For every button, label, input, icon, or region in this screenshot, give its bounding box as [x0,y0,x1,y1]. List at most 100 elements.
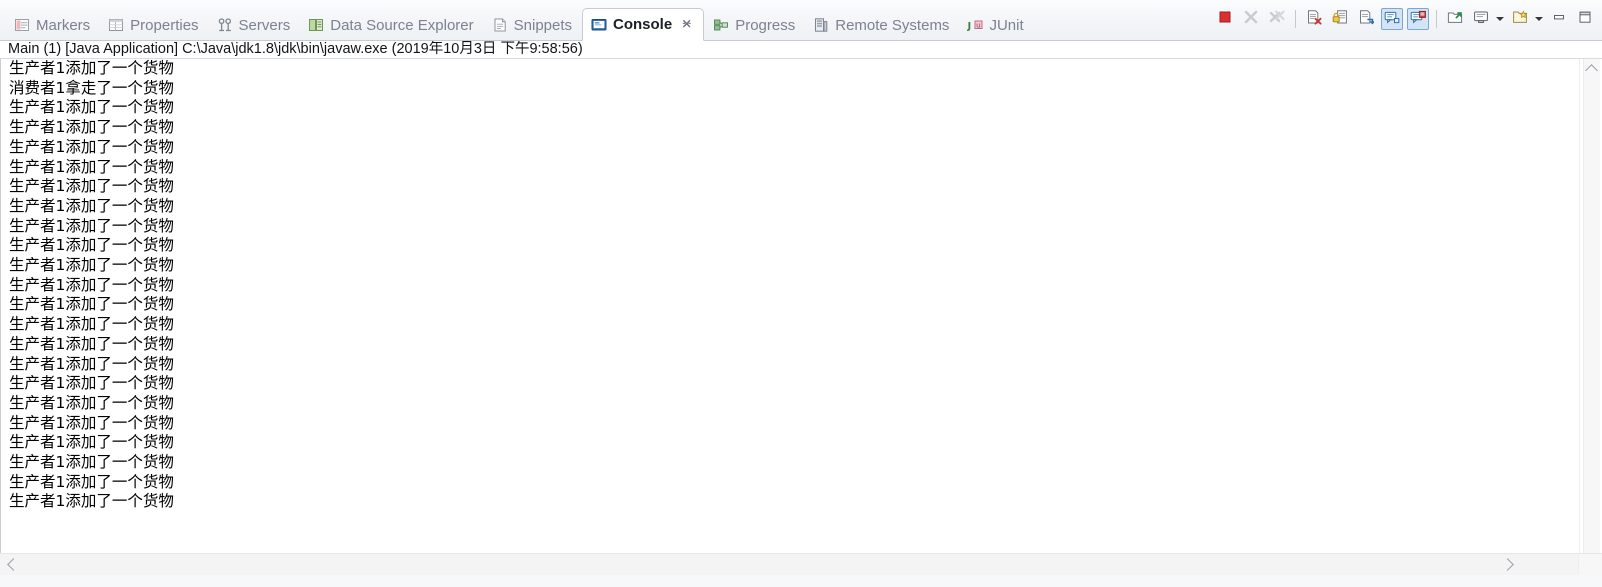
open-console-dropdown[interactable] [1533,9,1544,29]
tab-label: Snippets [513,16,573,34]
console-line: 生产者1添加了一个货物 [9,374,174,393]
tab-snippets[interactable]: Snippets [484,9,581,41]
tab-label: Console [613,16,673,33]
vertical-scrollbar-track[interactable] [1583,59,1600,554]
console-line: 生产者1添加了一个货物 [9,393,174,412]
console-line: 生产者1添加了一个货物 [9,295,174,314]
remote-systems-icon [813,17,829,33]
tab-label: Progress [735,16,796,34]
progress-icon [713,17,729,33]
properties-icon [108,17,124,33]
console-line: 生产者1添加了一个货物 [9,275,174,294]
window-bottom-strip [0,575,1602,587]
console-view: Markers Properties Servers Data Source Expl… [0,0,1602,587]
junit-icon: Ju [967,17,983,33]
console-toolbar [1212,4,1598,34]
snippets-icon [492,17,508,33]
console-line: 生产者1添加了一个货物 [9,453,174,472]
data-source-explorer-icon [308,17,324,33]
scrollbar-corner [1578,554,1602,575]
clear-console-icon [1306,9,1322,30]
console-line: 生产者1添加了一个货物 [9,196,174,215]
minimize-view-button[interactable] [1548,8,1570,30]
toolbar-separator [1436,10,1437,28]
console-line: 生产者1添加了一个货物 [9,59,174,77]
console-line: 生产者1添加了一个货物 [9,334,174,353]
console-line: 生产者1添加了一个货物 [9,236,174,255]
tab-label: Servers [238,16,291,34]
console-line: 生产者1添加了一个货物 [9,354,174,373]
show-console-on-output-button[interactable] [1381,8,1403,30]
console-line: 生产者1添加了一个货物 [9,216,174,235]
word-wrap-button[interactable] [1355,8,1377,30]
tab-markers[interactable]: Markers [6,9,99,41]
console-line: 消费者1拿走了一个货物 [9,78,174,97]
terminate-button[interactable] [1214,8,1236,30]
remove-x-icon [1243,9,1259,30]
console-line: 生产者1添加了一个货物 [9,118,174,137]
console-line: 生产者1添加了一个货物 [9,256,174,275]
markers-icon [14,17,30,33]
tab-label: Properties [130,16,199,34]
clear-console-button[interactable] [1303,8,1325,30]
tab-data-source-explorer[interactable]: Data Source Explorer [300,9,482,41]
pin-console-button[interactable] [1444,8,1466,30]
tab-properties[interactable]: Properties [100,9,207,41]
scroll-lock-icon [1332,9,1348,30]
show-on-stdout-icon [1384,9,1400,30]
minimize-icon [1551,9,1567,30]
display-selected-console-button[interactable] [1470,8,1492,30]
console-line: 生产者1添加了一个货物 [9,177,174,196]
tab-remote-systems[interactable]: Remote Systems [805,9,958,41]
console-line: 生产者1添加了一个货物 [9,492,174,511]
remove-all-x-icon [1269,9,1285,30]
console-line: 生产者1添加了一个货物 [9,98,174,117]
console-line: 生产者1添加了一个货物 [9,413,174,432]
maximize-icon [1577,9,1593,30]
console-line: 生产者1添加了一个货物 [9,472,174,491]
console-output-panel: 生产者1添加了一个货物 消费者1拿走了一个货物 生产者1添加了一个货物 生产者1添加了… [0,58,1602,554]
tab-label: JUnit [989,16,1024,34]
process-header-label: Main (1) [Java Application] C:\Java\jdk1… [0,41,1602,58]
toolbar-separator [1295,10,1296,28]
view-tabs: Markers Properties Servers Data Source Expl… [0,0,1034,41]
maximize-view-button[interactable] [1574,8,1596,30]
word-wrap-icon [1358,9,1375,30]
console-line: 生产者1添加了一个货物 [9,137,174,156]
console-line: 生产者1添加了一个货物 [9,433,174,452]
show-console-on-error-button[interactable] [1407,8,1429,30]
console-icon [591,17,607,33]
svg-text:J: J [967,21,971,32]
open-console-button[interactable] [1509,8,1531,30]
stop-square-icon [1217,9,1233,30]
remove-all-terminated-button[interactable] [1266,8,1288,30]
tab-progress[interactable]: Progress [705,9,804,41]
remove-launch-button[interactable] [1240,8,1262,30]
console-line: 生产者1添加了一个货物 [9,157,174,176]
scroll-lock-button[interactable] [1329,8,1351,30]
chevron-up-icon [1585,63,1598,77]
console-line: 生产者1添加了一个货物 [9,315,174,334]
chevron-left-icon [6,558,20,571]
display-console-icon [1473,9,1489,30]
scroll-left-button[interactable] [2,554,21,575]
close-icon[interactable] [681,18,694,31]
display-console-dropdown[interactable] [1494,9,1505,29]
tab-label: Markers [36,16,91,34]
horizontal-scrollbar[interactable] [0,553,1602,575]
vertical-scrollbar[interactable] [1579,59,1602,554]
console-text-area[interactable]: 生产者1添加了一个货物 消费者1拿走了一个货物 生产者1添加了一个货物 生产者1添加了… [1,59,1579,553]
show-on-stderr-icon [1410,9,1426,30]
pin-console-icon [1447,9,1463,30]
tab-label: Remote Systems [835,16,950,34]
tab-console[interactable]: Console [582,8,705,41]
scroll-up-button[interactable] [1583,59,1600,78]
servers-icon [217,17,233,33]
tab-junit[interactable]: Ju JUnit [959,9,1032,41]
svg-text:u: u [977,21,981,29]
tab-servers[interactable]: Servers [209,9,300,41]
chevron-right-icon [1500,558,1514,571]
tab-label: Data Source Explorer [330,16,474,34]
scroll-right-button[interactable] [1499,554,1518,575]
new-console-icon [1512,9,1528,30]
